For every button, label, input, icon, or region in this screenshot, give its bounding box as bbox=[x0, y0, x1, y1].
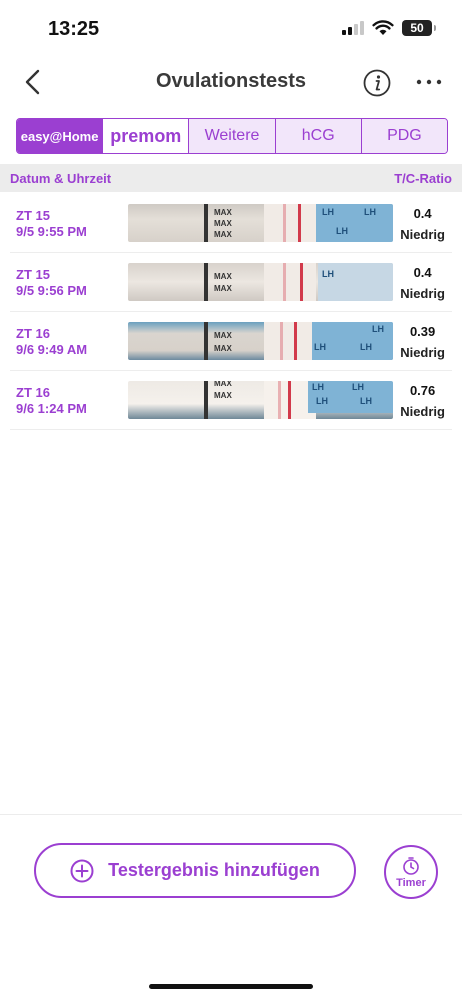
header-date-time: Datum & Uhrzeit bbox=[10, 171, 112, 186]
table-row[interactable]: ZT 16 9/6 1:24 PM MAX MAX LH LH LH LH 0.76 … bbox=[0, 371, 462, 430]
tab-premom[interactable]: premom bbox=[103, 119, 190, 153]
row-date: ZT 16 9/6 1:24 PM bbox=[16, 385, 87, 417]
row-datetime: 9/5 9:55 PM bbox=[16, 224, 87, 239]
test-strip-image: MAX MAX LH LH LH LH bbox=[128, 381, 393, 419]
tab-easy-home[interactable]: easy@Home bbox=[17, 119, 104, 153]
row-cycle-day: ZT 15 bbox=[16, 208, 50, 223]
more-icon[interactable] bbox=[414, 70, 444, 94]
row-level: Niedrig bbox=[400, 286, 445, 301]
tab-hcg[interactable]: hCG bbox=[275, 119, 362, 153]
bottom-divider bbox=[0, 814, 462, 815]
row-ratio: 0.76 Niedrig bbox=[400, 383, 445, 419]
tab-weitere[interactable]: Weitere bbox=[189, 119, 276, 153]
row-tc-value: 0.76 bbox=[409, 383, 436, 398]
row-level: Niedrig bbox=[400, 404, 445, 419]
row-datetime: 9/5 9:56 PM bbox=[16, 283, 87, 298]
test-strip-image: MAX MAX MAX LH LH LH bbox=[128, 204, 393, 242]
page-title: Ovulationstests bbox=[155, 70, 307, 92]
status-time: 13:25 bbox=[48, 18, 100, 40]
row-level: Niedrig bbox=[400, 227, 445, 242]
battery-icon: 50 bbox=[402, 20, 436, 36]
signal-icon bbox=[342, 21, 364, 35]
row-cycle-day: ZT 16 bbox=[16, 385, 50, 400]
divider bbox=[10, 429, 452, 430]
info-icon[interactable] bbox=[362, 68, 392, 98]
tab-pdg[interactable]: PDG bbox=[361, 119, 447, 153]
row-cycle-day: ZT 16 bbox=[16, 326, 50, 341]
plus-circle-icon bbox=[70, 859, 94, 882]
home-indicator bbox=[149, 984, 313, 989]
row-datetime: 9/6 9:49 AM bbox=[16, 342, 88, 357]
wifi-icon bbox=[372, 20, 394, 35]
header-tc-ratio: T/C-Ratio bbox=[394, 171, 452, 186]
table-row[interactable]: ZT 15 9/5 9:56 PM MAX MAX LH 0.4 Niedrig bbox=[0, 253, 462, 312]
timer-icon bbox=[403, 856, 419, 875]
test-strip-image: MAX MAX LH bbox=[128, 263, 393, 301]
table-row[interactable]: ZT 15 9/5 9:55 PM MAX MAX MAX LH LH LH 0.4… bbox=[0, 194, 462, 253]
row-ratio: 0.39 Niedrig bbox=[400, 324, 445, 360]
row-tc-value: 0.39 bbox=[409, 324, 436, 339]
nav-bar: Ovulationstests bbox=[0, 58, 462, 106]
table-row[interactable]: ZT 16 9/6 9:49 AM MAX MAX LH LH LH 0.39 Ni… bbox=[0, 312, 462, 371]
row-level: Niedrig bbox=[400, 345, 445, 360]
row-date: ZT 15 9/5 9:56 PM bbox=[16, 267, 87, 299]
brand-tabs: easy@Home premom Weitere hCG PDG bbox=[16, 118, 448, 154]
test-strip-image: MAX MAX LH LH LH bbox=[128, 322, 393, 360]
row-date: ZT 15 9/5 9:55 PM bbox=[16, 208, 87, 240]
status-icons: 50 bbox=[342, 20, 436, 36]
timer-button[interactable]: Timer bbox=[384, 845, 438, 899]
timer-label: Timer bbox=[396, 876, 426, 889]
row-date: ZT 16 9/6 9:49 AM bbox=[16, 326, 87, 358]
row-ratio: 0.4 Niedrig bbox=[400, 206, 445, 242]
add-test-result-button[interactable]: Testergebnis hinzufügen bbox=[34, 843, 356, 898]
row-tc-value: 0.4 bbox=[413, 206, 432, 221]
row-ratio: 0.4 Niedrig bbox=[400, 265, 445, 301]
row-cycle-day: ZT 15 bbox=[16, 267, 50, 282]
table-header: Datum & Uhrzeit T/C-Ratio bbox=[0, 164, 462, 192]
row-datetime: 9/6 1:24 PM bbox=[16, 401, 87, 416]
row-tc-value: 0.4 bbox=[413, 265, 432, 280]
status-bar: 13:25 50 bbox=[0, 0, 462, 60]
add-test-result-label: Testergebnis hinzufügen bbox=[108, 860, 320, 880]
